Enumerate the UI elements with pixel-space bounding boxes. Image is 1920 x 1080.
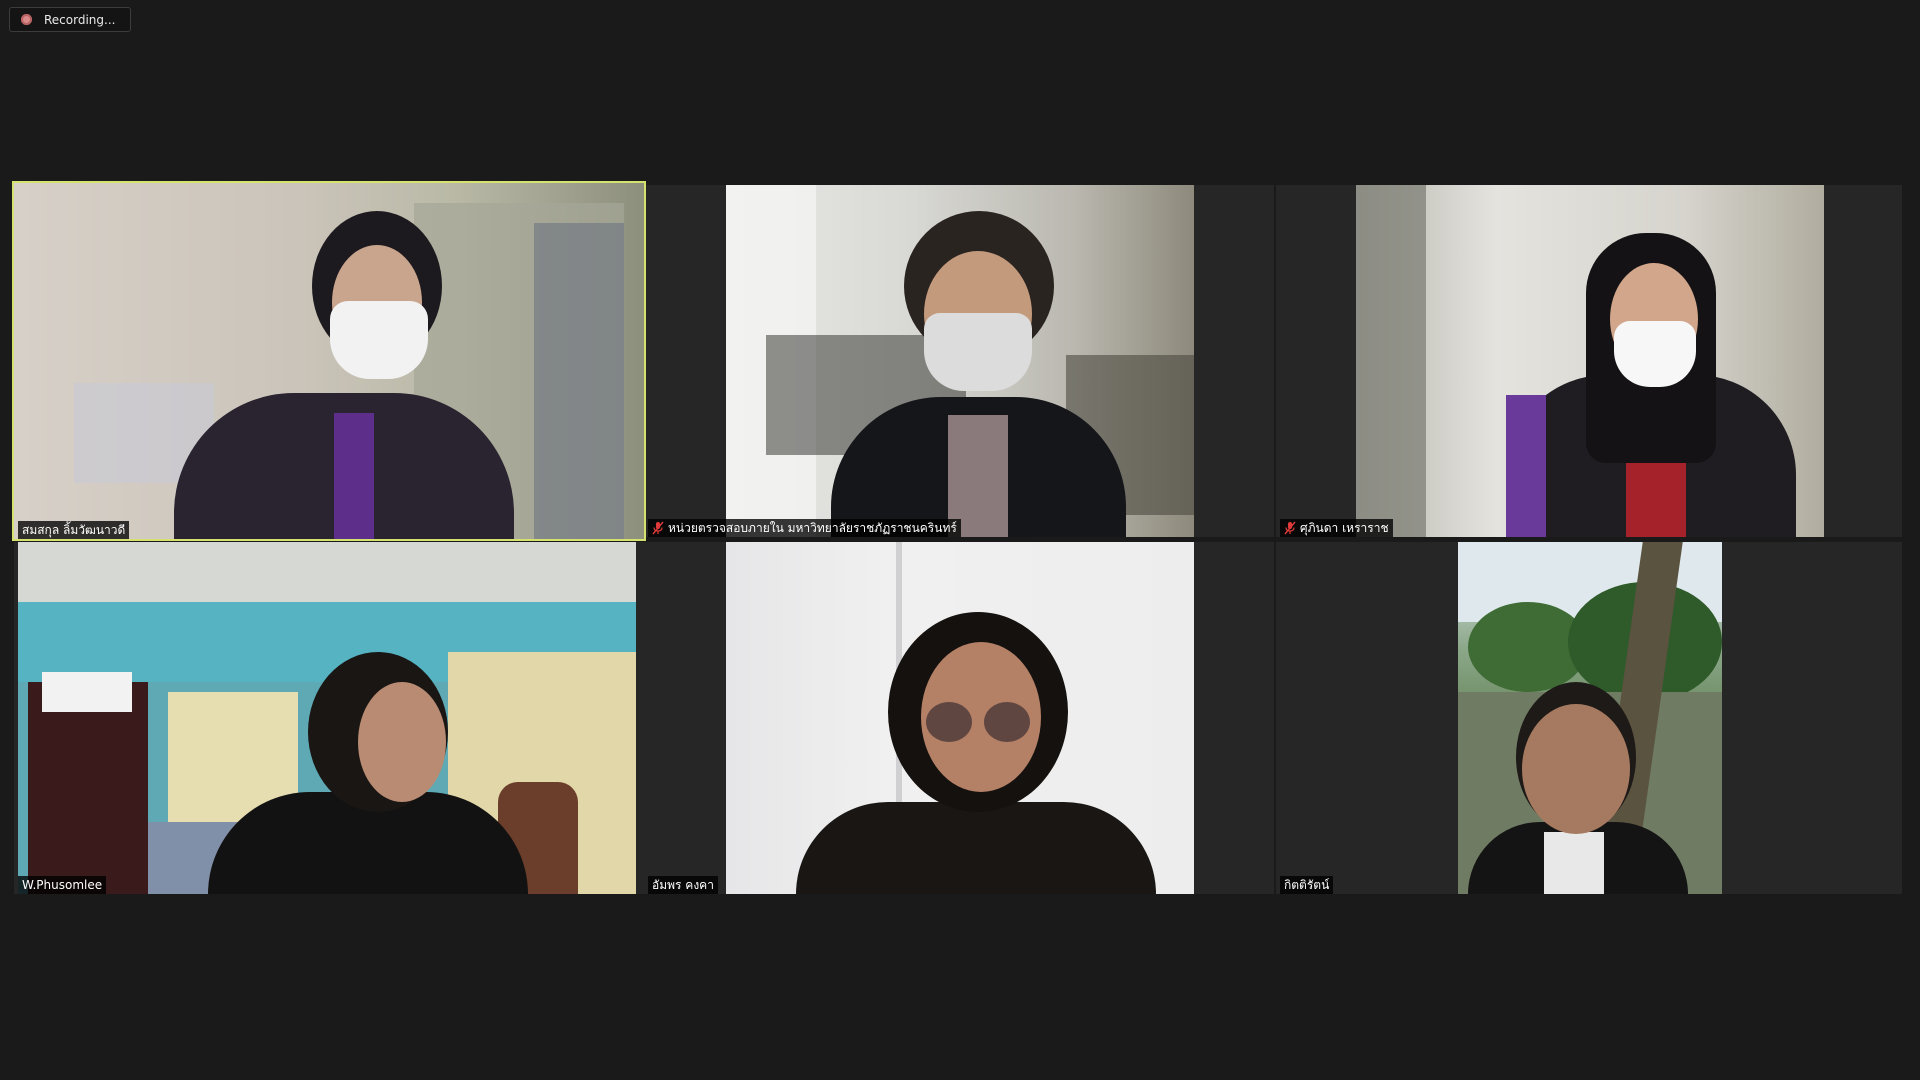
participant-video: [14, 183, 644, 539]
participant-name: W.Phusomlee: [22, 878, 103, 892]
participant-name: หน่วยตรวจสอบภายใน มหาวิทยาลัยราชภัฏราชนค…: [668, 521, 957, 535]
participant-tile[interactable]: สมสกุล ลิ้มวัฒนาวดี: [12, 181, 646, 541]
participant-name-tag: W.Phusomlee: [18, 876, 107, 894]
participant-name: ศุภินดา เหราราช: [1300, 521, 1389, 535]
participant-video: [726, 542, 1194, 894]
participant-name-tag: หน่วยตรวจสอบภายใน มหาวิทยาลัยราชภัฏราชนค…: [648, 519, 961, 537]
recording-indicator[interactable]: Recording...: [9, 7, 131, 32]
participant-tile[interactable]: กิตติรัตน์: [1276, 542, 1902, 894]
participant-tile[interactable]: อัมพร คงคา: [644, 542, 1274, 894]
participant-name: กิตติรัตน์: [1284, 878, 1330, 892]
participant-name-tag: กิตติรัตน์: [1280, 876, 1334, 894]
participant-video: [726, 185, 1194, 537]
meeting-gallery-view: Recording... สมสกุล ลิ้มวัฒนาวดี หน่วยตร…: [0, 0, 1920, 1080]
participant-video: [18, 542, 636, 894]
microphone-muted-icon: [1284, 521, 1296, 535]
participant-video: [1458, 542, 1722, 894]
recording-dot-icon: [21, 14, 32, 25]
participant-name: สมสกุล ลิ้มวัฒนาวดี: [22, 523, 126, 537]
microphone-muted-icon: [652, 521, 664, 535]
participant-video: [1356, 185, 1824, 537]
participant-name-tag: สมสกุล ลิ้มวัฒนาวดี: [18, 521, 130, 539]
participant-name: อัมพร คงคา: [652, 878, 714, 892]
participant-tile[interactable]: W.Phusomlee: [14, 542, 644, 894]
recording-label: Recording...: [44, 12, 116, 27]
participant-name-tag: อัมพร คงคา: [648, 876, 718, 894]
participant-tile[interactable]: หน่วยตรวจสอบภายใน มหาวิทยาลัยราชภัฏราชนค…: [644, 185, 1274, 537]
participant-tile[interactable]: ศุภินดา เหราราช: [1276, 185, 1902, 537]
participant-name-tag: ศุภินดา เหราราช: [1280, 519, 1393, 537]
